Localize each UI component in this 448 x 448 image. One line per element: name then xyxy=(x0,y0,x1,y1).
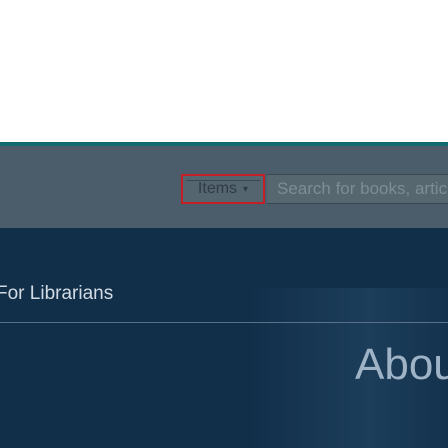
hero-heading: About xyxy=(355,340,448,389)
hero-banner xyxy=(0,228,448,448)
chevron-down-icon: ▾ xyxy=(243,183,249,195)
search-scope-select[interactable]: Items ▾ xyxy=(181,174,265,204)
scope-select-label: Items xyxy=(197,180,238,197)
nav-divider xyxy=(0,322,448,323)
search-input[interactable]: Search for books, artic xyxy=(267,174,448,204)
page-top-blank xyxy=(0,0,448,142)
scope-select-border-line xyxy=(186,180,260,181)
nav-link-for-librarians[interactable]: For Librarians xyxy=(0,283,113,305)
